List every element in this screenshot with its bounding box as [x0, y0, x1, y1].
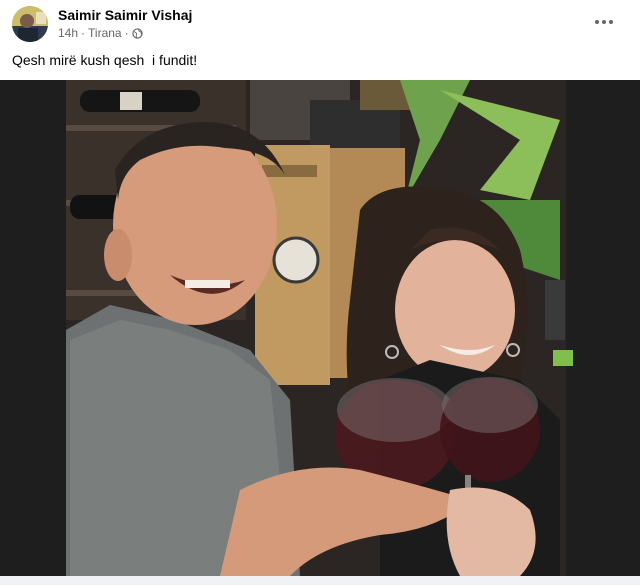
post-footer-strip: [0, 576, 640, 585]
post-meta: 14h · Tirana ·: [58, 26, 143, 40]
post-caption: Qesh mirë kush qesh i fundit!: [12, 52, 198, 68]
meta-separator: ·: [124, 26, 129, 40]
post-photo[interactable]: [0, 80, 640, 576]
post-location[interactable]: Tirana: [88, 26, 122, 40]
author-avatar[interactable]: [12, 6, 48, 42]
author-name[interactable]: Saimir Saimir Vishaj: [58, 7, 192, 23]
meta-separator: ·: [81, 26, 86, 40]
post-time[interactable]: 14h: [58, 26, 78, 40]
globe-icon: [131, 27, 143, 39]
facebook-post: Saimir Saimir Vishaj 14h · Tirana · Qesh…: [0, 0, 640, 585]
post-header: Saimir Saimir Vishaj 14h · Tirana ·: [0, 0, 640, 46]
more-options-icon[interactable]: [593, 12, 615, 32]
